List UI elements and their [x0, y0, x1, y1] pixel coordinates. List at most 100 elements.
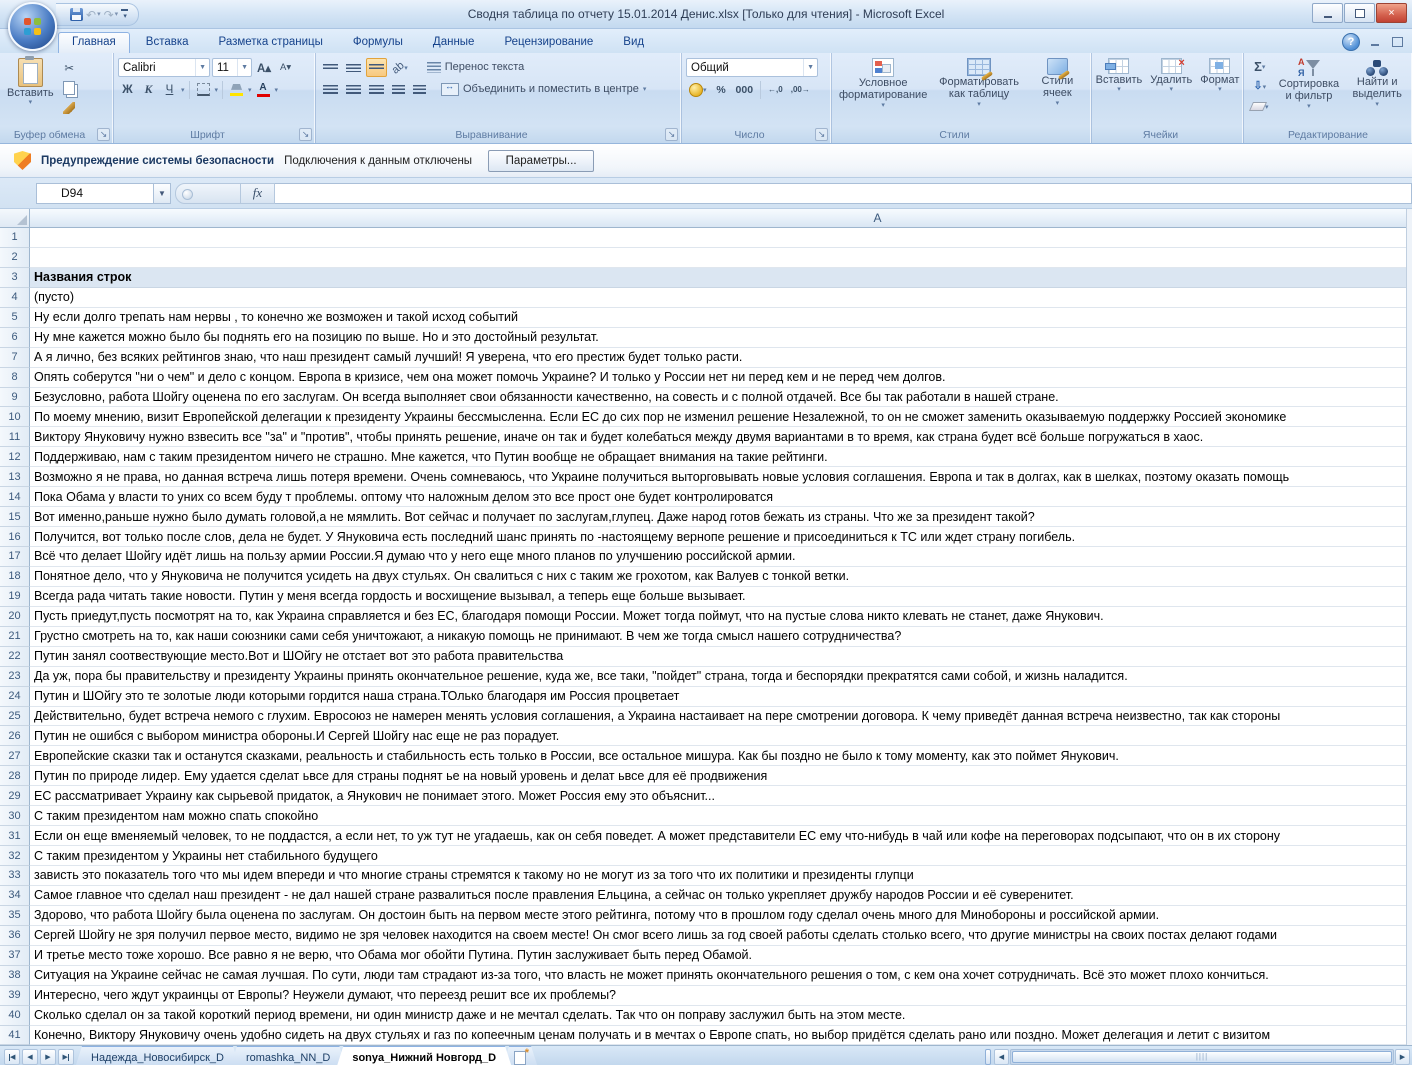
fill-color-dropdown-arrow[interactable]: ▾: [248, 86, 252, 94]
row-number[interactable]: 20: [0, 606, 30, 627]
tab-home[interactable]: Главная: [58, 31, 130, 53]
cell[interactable]: (пусто): [30, 288, 1412, 308]
row-number[interactable]: 31: [0, 826, 30, 847]
fill-button[interactable]: ⇩ ▾: [1248, 77, 1272, 96]
paste-button[interactable]: Вставить ▾: [4, 56, 57, 117]
row-number[interactable]: 15: [0, 507, 30, 528]
cell[interactable]: Понятное дело, что у Януковича не получи…: [30, 567, 1412, 587]
row-number[interactable]: 21: [0, 626, 30, 647]
name-box-dropdown-arrow[interactable]: ▼: [154, 182, 171, 204]
sort-filter-button[interactable]: АЯ Сортировка и фильтр ▾: [1276, 56, 1343, 116]
tab-data[interactable]: Данные: [419, 32, 489, 54]
last-sheet-button[interactable]: ▶: [58, 1049, 74, 1065]
row-number[interactable]: 2: [0, 247, 30, 268]
row-number[interactable]: 29: [0, 786, 30, 807]
autosum-button[interactable]: Σ ▾: [1248, 57, 1272, 76]
increase-decimal-button[interactable]: ←,0: [765, 80, 786, 99]
cell[interactable]: Виктору Януковичу нужно взвесить все "за…: [30, 427, 1412, 448]
cell[interactable]: Ну если долго трепать нам нервы , то кон…: [30, 308, 1412, 328]
row-number[interactable]: 19: [0, 586, 30, 607]
format-painter-button[interactable]: [60, 98, 79, 117]
cell[interactable]: Интересно, чего ждут украинцы от Европы?…: [30, 986, 1412, 1006]
customize-qat-button[interactable]: ▾: [121, 9, 129, 20]
format-cells-button[interactable]: Формат ▾: [1197, 56, 1242, 127]
cell[interactable]: [30, 228, 1412, 248]
row-number[interactable]: 23: [0, 666, 30, 687]
cell[interactable]: Всё что делает Шойгу идёт лишь на пользу…: [30, 547, 1412, 567]
cell[interactable]: Да уж, пора бы правительству и президент…: [30, 667, 1412, 687]
align-bottom-button[interactable]: [366, 58, 387, 77]
row-number[interactable]: 6: [0, 327, 30, 348]
row-number[interactable]: 37: [0, 945, 30, 966]
row-number[interactable]: 4: [0, 287, 30, 308]
redo-button[interactable]: ↷ ▾: [104, 9, 119, 21]
save-button[interactable]: [70, 8, 83, 21]
cell[interactable]: Поддерживаю, нам с таким президентом нич…: [30, 447, 1412, 468]
cell[interactable]: ЕС рассматривает Украину как сырьевой пр…: [30, 786, 1412, 807]
help-button[interactable]: ?: [1342, 33, 1360, 51]
merge-center-button[interactable]: Объединить и поместить в центре ▾: [437, 82, 650, 97]
cell[interactable]: Названия строк: [30, 267, 1412, 288]
number-dialog-launcher[interactable]: ↘: [815, 128, 828, 141]
row-number[interactable]: 11: [0, 427, 30, 448]
row-number[interactable]: 38: [0, 965, 30, 986]
cell[interactable]: Путин занял соотвествующие место.Вот и Ш…: [30, 647, 1412, 667]
tab-review[interactable]: Рецензирование: [490, 32, 607, 54]
vertical-scrollbar-sliver[interactable]: [1406, 209, 1412, 1045]
font-size-combo[interactable]: 11 ▼: [212, 58, 252, 77]
cell[interactable]: И третье место тоже хорошо. Все равно я …: [30, 946, 1412, 966]
row-number[interactable]: 13: [0, 467, 30, 488]
cell[interactable]: Вот именно,раньше нужно было думать голо…: [30, 507, 1412, 528]
cell[interactable]: Ну мне кажется можно было бы поднять его…: [30, 328, 1412, 348]
workbook-minimize-button[interactable]: [1368, 36, 1382, 48]
align-top-button[interactable]: [320, 58, 341, 77]
cell[interactable]: Здорово, что работа Шойгу была оценена п…: [30, 906, 1412, 926]
scrollbar-track[interactable]: ||||: [1010, 1049, 1394, 1065]
cell[interactable]: Путин и ШОйгу это те золотые люди которы…: [30, 687, 1412, 707]
cell[interactable]: Возможно я не права, но данная встреча л…: [30, 467, 1412, 488]
minimize-button[interactable]: [1312, 3, 1343, 23]
row-number[interactable]: 8: [0, 367, 30, 388]
increase-indent-button[interactable]: [410, 80, 429, 99]
row-number[interactable]: 36: [0, 925, 30, 946]
row-number[interactable]: 10: [0, 407, 30, 428]
italic-button[interactable]: К: [139, 80, 158, 99]
borders-button[interactable]: [194, 80, 213, 99]
sheet-tab-nadezhda[interactable]: Надежда_Новосибирск_D: [75, 1046, 240, 1065]
cell[interactable]: С таким президентом у Украины нет стабил…: [30, 846, 1412, 866]
workbook-restore-button[interactable]: [1390, 36, 1404, 48]
decrease-font-button[interactable]: A▾: [276, 58, 295, 77]
previous-sheet-button[interactable]: ◀: [22, 1049, 38, 1065]
cell[interactable]: Грустно смотреть на то, как наши союзник…: [30, 627, 1412, 647]
row-number[interactable]: 34: [0, 885, 30, 906]
align-left-button[interactable]: [320, 80, 341, 99]
delete-cells-button[interactable]: × Удалить ▾: [1147, 56, 1195, 127]
insert-function-button[interactable]: fx: [241, 182, 275, 204]
bold-button[interactable]: Ж: [118, 80, 137, 99]
scroll-right-button[interactable]: ▶: [1395, 1049, 1410, 1065]
row-number[interactable]: 30: [0, 806, 30, 827]
clipboard-dialog-launcher[interactable]: ↘: [97, 128, 110, 141]
find-select-button[interactable]: Найти и выделить ▾: [1346, 56, 1408, 116]
decrease-indent-button[interactable]: [389, 80, 408, 99]
increase-font-button[interactable]: A▴: [254, 58, 274, 77]
first-sheet-button[interactable]: ◀: [4, 1049, 20, 1065]
row-number[interactable]: 35: [0, 905, 30, 926]
fill-color-button[interactable]: [227, 80, 246, 99]
sheet-tab-sonya[interactable]: sonya_Нижний Новгорд_D: [336, 1046, 512, 1065]
row-number[interactable]: 7: [0, 347, 30, 368]
row-number[interactable]: 32: [0, 846, 30, 866]
security-options-button[interactable]: Параметры...: [488, 149, 595, 172]
tab-insert[interactable]: Вставка: [132, 32, 203, 54]
cell[interactable]: Действительно, будет встреча немого с гл…: [30, 707, 1412, 727]
borders-dropdown-arrow[interactable]: ▾: [215, 86, 219, 94]
row-number[interactable]: 17: [0, 547, 30, 567]
cell[interactable]: Сколько сделал он за такой короткий пери…: [30, 1006, 1412, 1026]
row-number[interactable]: 9: [0, 387, 30, 408]
scrollbar-thumb[interactable]: ||||: [1012, 1051, 1392, 1063]
restore-button[interactable]: [1344, 3, 1375, 23]
clear-button[interactable]: ▾: [1248, 97, 1272, 116]
row-number[interactable]: 12: [0, 447, 30, 468]
tab-page-layout[interactable]: Разметка страницы: [205, 32, 337, 54]
copy-button[interactable]: [60, 78, 79, 97]
